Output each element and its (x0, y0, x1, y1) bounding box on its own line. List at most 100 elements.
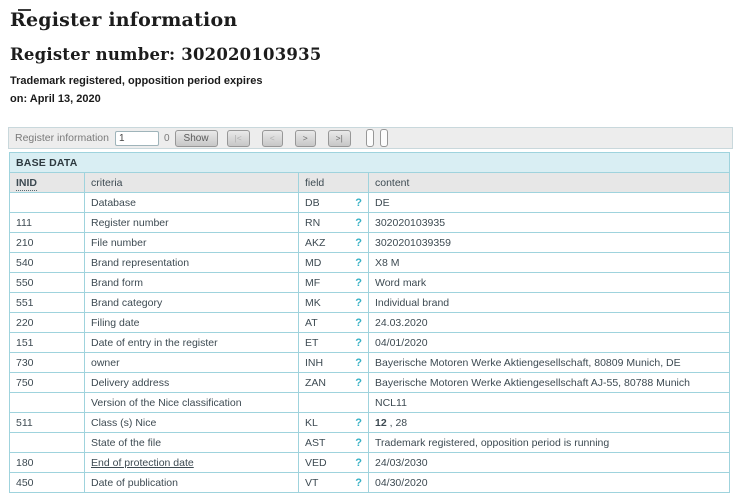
content-value: Bayerische Motoren Werke Aktiengesellsch… (369, 373, 730, 393)
blank-button-icon[interactable] (366, 129, 374, 147)
page-title: Register information (10, 9, 741, 31)
toolbar-label: Register information (15, 132, 109, 144)
inid-value: 210 (10, 233, 85, 253)
inid-value: 551 (10, 293, 85, 313)
column-header-criteria: criteria (85, 173, 299, 193)
content-value: Trademark registered, opposition period … (369, 433, 730, 453)
field-code: INH (305, 357, 323, 369)
field-cell: RN? (299, 213, 369, 233)
field-code: ZAN (305, 377, 326, 389)
help-icon[interactable]: ? (355, 437, 362, 449)
help-icon[interactable]: ? (355, 217, 362, 229)
help-icon[interactable]: ? (355, 417, 362, 429)
inid-value (10, 393, 85, 413)
content-value: Individual brand (369, 293, 730, 313)
table-row: 210File number AKZ? 3020201039359 (10, 233, 730, 253)
criteria-cell: Brand representation (85, 253, 299, 273)
help-icon[interactable]: ? (355, 257, 362, 269)
field-cell: VED? (299, 453, 369, 473)
table-row: 750Delivery addressZAN?Bayerische Motore… (10, 373, 730, 393)
help-icon[interactable]: ? (355, 357, 362, 369)
field-code: AT (305, 317, 318, 329)
content-value: 302020103935 (369, 213, 730, 233)
field-cell: AST? (299, 433, 369, 453)
inid-value: 540 (10, 253, 85, 273)
help-icon[interactable]: ? (355, 337, 362, 349)
show-button[interactable]: Show (175, 130, 218, 147)
field-wrap: MF? (305, 277, 362, 289)
last-page-button[interactable]: >| (328, 130, 351, 147)
content-text: Trademark registered, opposition period … (375, 437, 609, 449)
inid-value: 750 (10, 373, 85, 393)
content-text: DE (375, 197, 390, 209)
help-icon[interactable]: ? (355, 237, 362, 249)
record-number-input[interactable] (115, 131, 159, 146)
table-header-row: INID criteria field content (10, 173, 730, 193)
table-row: 111Register numberRN?302020103935 (10, 213, 730, 233)
criteria-link[interactable]: End of protection date (91, 457, 194, 469)
prev-page-button[interactable]: < (262, 130, 283, 147)
field-code: MD (305, 257, 321, 269)
help-icon[interactable]: ? (355, 197, 362, 209)
section-header-row: BASE DATA (10, 153, 730, 173)
base-data-table: BASE DATA INID criteria field content Da… (9, 152, 730, 493)
register-information-page: Register information Register number: 30… (0, 9, 741, 493)
field-code: VT (305, 477, 318, 489)
help-icon[interactable]: ? (355, 377, 362, 389)
table-row: Version of the Nice classification NCL11 (10, 393, 730, 413)
help-icon[interactable]: ? (355, 297, 362, 309)
next-page-button[interactable]: > (295, 130, 316, 147)
help-icon[interactable]: ? (355, 477, 362, 489)
field-wrap: DB? (305, 197, 362, 209)
field-cell: ET? (299, 333, 369, 353)
inid-value: 550 (10, 273, 85, 293)
content-text: , 28 (387, 417, 407, 429)
field-code: MF (305, 277, 320, 289)
help-icon[interactable]: ? (355, 457, 362, 469)
criteria-cell: Class (s) Nice (85, 413, 299, 433)
blank-button-icon[interactable] (380, 129, 388, 147)
register-number-heading: Register number: 302020103935 (10, 45, 741, 64)
criteria-cell: Brand form (85, 273, 299, 293)
inid-value: 180 (10, 453, 85, 473)
inid-value: 111 (10, 213, 85, 233)
field-wrap: INH? (305, 357, 362, 369)
criteria-cell: Version of the Nice classification (85, 393, 299, 413)
help-icon[interactable]: ? (355, 317, 362, 329)
content-text: Bayerische Motoren Werke Aktiengesellsch… (375, 377, 690, 389)
content-text: 24.03.2020 (375, 317, 428, 329)
field-code: AKZ (305, 237, 325, 249)
field-wrap: VED? (305, 457, 362, 469)
table-row: 551Brand categoryMK?Individual brand (10, 293, 730, 313)
field-cell: MD? (299, 253, 369, 273)
content-value: 04/30/2020 (369, 473, 730, 493)
field-cell: INH? (299, 353, 369, 373)
field-cell: AT? (299, 313, 369, 333)
section-title: BASE DATA (10, 153, 730, 173)
inid-value: 511 (10, 413, 85, 433)
criteria-cell: Filing date (85, 313, 299, 333)
content-text: 24/03/2030 (375, 457, 428, 469)
inid-value (10, 433, 85, 453)
content-text: Word mark (375, 277, 426, 289)
field-code: RN (305, 217, 320, 229)
criteria-cell: End of protection date (85, 453, 299, 473)
first-page-button[interactable]: |< (227, 130, 250, 147)
help-icon[interactable]: ? (355, 277, 362, 289)
content-value: Bayerische Motoren Werke Aktiengesellsch… (369, 353, 730, 373)
inid-abbr: INID (16, 177, 37, 191)
content-value: 04/01/2020 (369, 333, 730, 353)
table-row: 180 End of protection date VED? 24/03/2030 (10, 453, 730, 473)
inid-value: 151 (10, 333, 85, 353)
column-header-content: content (369, 173, 730, 193)
field-wrap: VT? (305, 477, 362, 489)
field-wrap: AST? (305, 437, 362, 449)
content-text: NCL11 (375, 397, 407, 409)
page-top-artifact (18, 9, 31, 11)
field-cell: ZAN? (299, 373, 369, 393)
criteria-cell: File number (85, 233, 299, 253)
table-row: 550Brand form MF? Word mark (10, 273, 730, 293)
field-cell: VT? (299, 473, 369, 493)
criteria-cell: owner (85, 353, 299, 373)
content-text: 3020201039359 (375, 237, 451, 249)
